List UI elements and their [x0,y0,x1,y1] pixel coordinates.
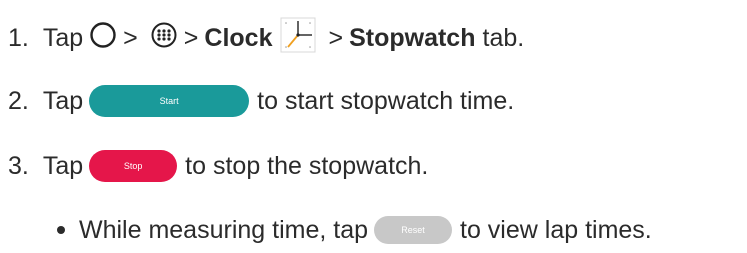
separator: > [123,23,138,52]
step-rest-text: to stop the stopwatch. [185,151,429,180]
step-2: 2. Tap Start to start stopwatch time. [8,81,514,121]
clock-label: Clock [204,23,273,52]
home-circle-icon [89,21,117,56]
bullet-item: While measuring time, tap Reset to view … [57,210,652,250]
step-number: 2. [8,86,29,115]
step-tap-text: Tap [42,151,84,180]
step-1: 1. Tap > > Clock > Stopwatch tab. [8,17,525,60]
step-tap-text: Tap [42,23,84,52]
step-number: 3. [8,151,29,180]
separator: > [183,23,199,52]
separator: > [328,23,344,52]
tab-label: tab. [482,23,525,52]
bullet-rest-text: to view lap times. [460,215,652,244]
step-tap-text: Tap [42,86,84,115]
bullet-dot [57,226,65,234]
apps-grid-icon [150,21,178,56]
stopwatch-label: Stopwatch [349,23,476,52]
stop-button[interactable]: Stop [89,150,178,182]
step-number: 1. [8,23,29,52]
reset-button[interactable]: Reset [374,216,453,244]
start-button[interactable]: Start [89,85,250,117]
step-rest-text: to start stopwatch time. [257,86,515,115]
clock-app-icon [280,17,316,60]
bullet-lead-text: While measuring time, tap [79,215,369,244]
step-3: 3. Tap Stop to stop the stopwatch. [8,146,428,186]
